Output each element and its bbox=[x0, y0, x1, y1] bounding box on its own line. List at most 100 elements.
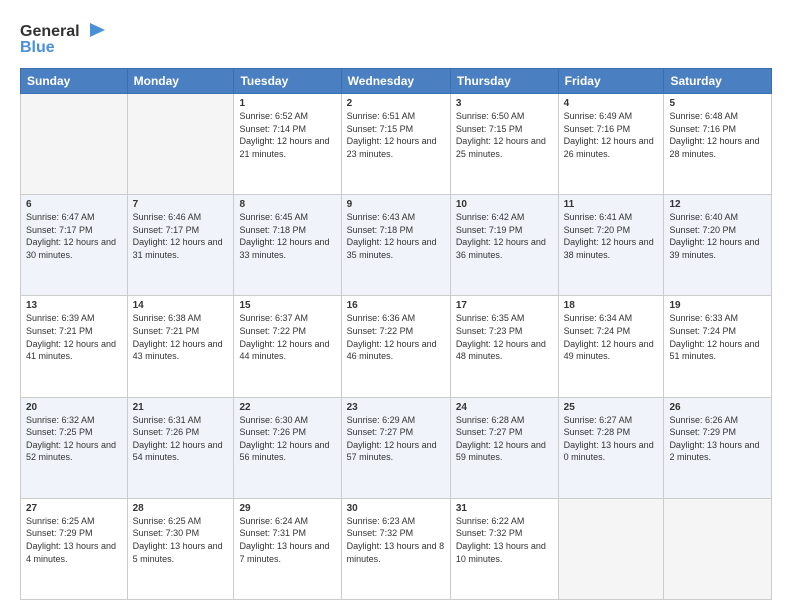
day-header-friday: Friday bbox=[558, 69, 664, 94]
day-number: 16 bbox=[347, 300, 445, 311]
day-header-tuesday: Tuesday bbox=[234, 69, 341, 94]
svg-text:General: General bbox=[20, 23, 80, 40]
day-number: 24 bbox=[456, 402, 553, 413]
day-number: 31 bbox=[456, 503, 553, 514]
day-number: 13 bbox=[26, 300, 122, 311]
day-header-thursday: Thursday bbox=[450, 69, 558, 94]
logo-icon: General Blue bbox=[20, 18, 110, 58]
calendar-cell: 30Sunrise: 6:23 AM Sunset: 7:32 PM Dayli… bbox=[341, 498, 450, 599]
calendar-header: SundayMondayTuesdayWednesdayThursdayFrid… bbox=[21, 69, 772, 94]
calendar-body: 1Sunrise: 6:52 AM Sunset: 7:14 PM Daylig… bbox=[21, 94, 772, 600]
calendar-cell: 10Sunrise: 6:42 AM Sunset: 7:19 PM Dayli… bbox=[450, 195, 558, 296]
calendar-cell: 13Sunrise: 6:39 AM Sunset: 7:21 PM Dayli… bbox=[21, 296, 128, 397]
day-info: Sunrise: 6:51 AM Sunset: 7:15 PM Dayligh… bbox=[347, 110, 445, 160]
calendar-cell: 23Sunrise: 6:29 AM Sunset: 7:27 PM Dayli… bbox=[341, 397, 450, 498]
calendar-cell bbox=[558, 498, 664, 599]
day-info: Sunrise: 6:22 AM Sunset: 7:32 PM Dayligh… bbox=[456, 515, 553, 565]
day-info: Sunrise: 6:47 AM Sunset: 7:17 PM Dayligh… bbox=[26, 211, 122, 261]
day-header-wednesday: Wednesday bbox=[341, 69, 450, 94]
day-number: 11 bbox=[564, 199, 659, 210]
day-info: Sunrise: 6:31 AM Sunset: 7:26 PM Dayligh… bbox=[133, 414, 229, 464]
calendar-cell: 11Sunrise: 6:41 AM Sunset: 7:20 PM Dayli… bbox=[558, 195, 664, 296]
day-info: Sunrise: 6:36 AM Sunset: 7:22 PM Dayligh… bbox=[347, 312, 445, 362]
week-row-4: 20Sunrise: 6:32 AM Sunset: 7:25 PM Dayli… bbox=[21, 397, 772, 498]
calendar-page: General Blue SundayMondayTuesdayWednesda… bbox=[0, 0, 792, 612]
day-info: Sunrise: 6:45 AM Sunset: 7:18 PM Dayligh… bbox=[239, 211, 335, 261]
day-info: Sunrise: 6:48 AM Sunset: 7:16 PM Dayligh… bbox=[669, 110, 766, 160]
day-number: 22 bbox=[239, 402, 335, 413]
calendar-cell: 25Sunrise: 6:27 AM Sunset: 7:28 PM Dayli… bbox=[558, 397, 664, 498]
day-info: Sunrise: 6:40 AM Sunset: 7:20 PM Dayligh… bbox=[669, 211, 766, 261]
day-number: 3 bbox=[456, 98, 553, 109]
day-number: 29 bbox=[239, 503, 335, 514]
day-number: 5 bbox=[669, 98, 766, 109]
calendar-cell: 24Sunrise: 6:28 AM Sunset: 7:27 PM Dayli… bbox=[450, 397, 558, 498]
day-info: Sunrise: 6:26 AM Sunset: 7:29 PM Dayligh… bbox=[669, 414, 766, 464]
header-row: SundayMondayTuesdayWednesdayThursdayFrid… bbox=[21, 69, 772, 94]
day-number: 19 bbox=[669, 300, 766, 311]
calendar-cell: 1Sunrise: 6:52 AM Sunset: 7:14 PM Daylig… bbox=[234, 94, 341, 195]
header: General Blue bbox=[20, 18, 772, 58]
day-number: 7 bbox=[133, 199, 229, 210]
calendar-cell: 29Sunrise: 6:24 AM Sunset: 7:31 PM Dayli… bbox=[234, 498, 341, 599]
day-info: Sunrise: 6:28 AM Sunset: 7:27 PM Dayligh… bbox=[456, 414, 553, 464]
day-info: Sunrise: 6:30 AM Sunset: 7:26 PM Dayligh… bbox=[239, 414, 335, 464]
day-info: Sunrise: 6:25 AM Sunset: 7:29 PM Dayligh… bbox=[26, 515, 122, 565]
calendar-cell: 31Sunrise: 6:22 AM Sunset: 7:32 PM Dayli… bbox=[450, 498, 558, 599]
day-info: Sunrise: 6:24 AM Sunset: 7:31 PM Dayligh… bbox=[239, 515, 335, 565]
calendar-cell bbox=[21, 94, 128, 195]
day-info: Sunrise: 6:37 AM Sunset: 7:22 PM Dayligh… bbox=[239, 312, 335, 362]
calendar-cell: 3Sunrise: 6:50 AM Sunset: 7:15 PM Daylig… bbox=[450, 94, 558, 195]
day-number: 12 bbox=[669, 199, 766, 210]
svg-text:Blue: Blue bbox=[20, 39, 55, 56]
calendar-cell: 2Sunrise: 6:51 AM Sunset: 7:15 PM Daylig… bbox=[341, 94, 450, 195]
day-info: Sunrise: 6:23 AM Sunset: 7:32 PM Dayligh… bbox=[347, 515, 445, 565]
calendar-cell: 16Sunrise: 6:36 AM Sunset: 7:22 PM Dayli… bbox=[341, 296, 450, 397]
day-number: 15 bbox=[239, 300, 335, 311]
calendar-cell: 4Sunrise: 6:49 AM Sunset: 7:16 PM Daylig… bbox=[558, 94, 664, 195]
day-header-sunday: Sunday bbox=[21, 69, 128, 94]
calendar-cell: 15Sunrise: 6:37 AM Sunset: 7:22 PM Dayli… bbox=[234, 296, 341, 397]
calendar-cell bbox=[664, 498, 772, 599]
calendar-cell: 7Sunrise: 6:46 AM Sunset: 7:17 PM Daylig… bbox=[127, 195, 234, 296]
day-info: Sunrise: 6:29 AM Sunset: 7:27 PM Dayligh… bbox=[347, 414, 445, 464]
day-header-monday: Monday bbox=[127, 69, 234, 94]
week-row-1: 1Sunrise: 6:52 AM Sunset: 7:14 PM Daylig… bbox=[21, 94, 772, 195]
calendar-cell: 8Sunrise: 6:45 AM Sunset: 7:18 PM Daylig… bbox=[234, 195, 341, 296]
day-info: Sunrise: 6:50 AM Sunset: 7:15 PM Dayligh… bbox=[456, 110, 553, 160]
day-info: Sunrise: 6:34 AM Sunset: 7:24 PM Dayligh… bbox=[564, 312, 659, 362]
calendar-cell: 19Sunrise: 6:33 AM Sunset: 7:24 PM Dayli… bbox=[664, 296, 772, 397]
day-info: Sunrise: 6:49 AM Sunset: 7:16 PM Dayligh… bbox=[564, 110, 659, 160]
day-number: 20 bbox=[26, 402, 122, 413]
day-number: 21 bbox=[133, 402, 229, 413]
day-header-saturday: Saturday bbox=[664, 69, 772, 94]
calendar-cell: 27Sunrise: 6:25 AM Sunset: 7:29 PM Dayli… bbox=[21, 498, 128, 599]
day-info: Sunrise: 6:32 AM Sunset: 7:25 PM Dayligh… bbox=[26, 414, 122, 464]
day-info: Sunrise: 6:25 AM Sunset: 7:30 PM Dayligh… bbox=[133, 515, 229, 565]
week-row-2: 6Sunrise: 6:47 AM Sunset: 7:17 PM Daylig… bbox=[21, 195, 772, 296]
calendar-cell: 22Sunrise: 6:30 AM Sunset: 7:26 PM Dayli… bbox=[234, 397, 341, 498]
day-info: Sunrise: 6:33 AM Sunset: 7:24 PM Dayligh… bbox=[669, 312, 766, 362]
day-number: 8 bbox=[239, 199, 335, 210]
calendar-cell bbox=[127, 94, 234, 195]
week-row-5: 27Sunrise: 6:25 AM Sunset: 7:29 PM Dayli… bbox=[21, 498, 772, 599]
week-row-3: 13Sunrise: 6:39 AM Sunset: 7:21 PM Dayli… bbox=[21, 296, 772, 397]
day-number: 4 bbox=[564, 98, 659, 109]
day-number: 14 bbox=[133, 300, 229, 311]
day-info: Sunrise: 6:39 AM Sunset: 7:21 PM Dayligh… bbox=[26, 312, 122, 362]
day-info: Sunrise: 6:46 AM Sunset: 7:17 PM Dayligh… bbox=[133, 211, 229, 261]
day-number: 6 bbox=[26, 199, 122, 210]
day-number: 9 bbox=[347, 199, 445, 210]
logo: General Blue bbox=[20, 18, 110, 58]
day-number: 1 bbox=[239, 98, 335, 109]
day-number: 30 bbox=[347, 503, 445, 514]
day-number: 10 bbox=[456, 199, 553, 210]
calendar-cell: 6Sunrise: 6:47 AM Sunset: 7:17 PM Daylig… bbox=[21, 195, 128, 296]
calendar-cell: 12Sunrise: 6:40 AM Sunset: 7:20 PM Dayli… bbox=[664, 195, 772, 296]
calendar-cell: 9Sunrise: 6:43 AM Sunset: 7:18 PM Daylig… bbox=[341, 195, 450, 296]
day-number: 27 bbox=[26, 503, 122, 514]
day-number: 25 bbox=[564, 402, 659, 413]
calendar-cell: 28Sunrise: 6:25 AM Sunset: 7:30 PM Dayli… bbox=[127, 498, 234, 599]
day-number: 18 bbox=[564, 300, 659, 311]
day-number: 23 bbox=[347, 402, 445, 413]
